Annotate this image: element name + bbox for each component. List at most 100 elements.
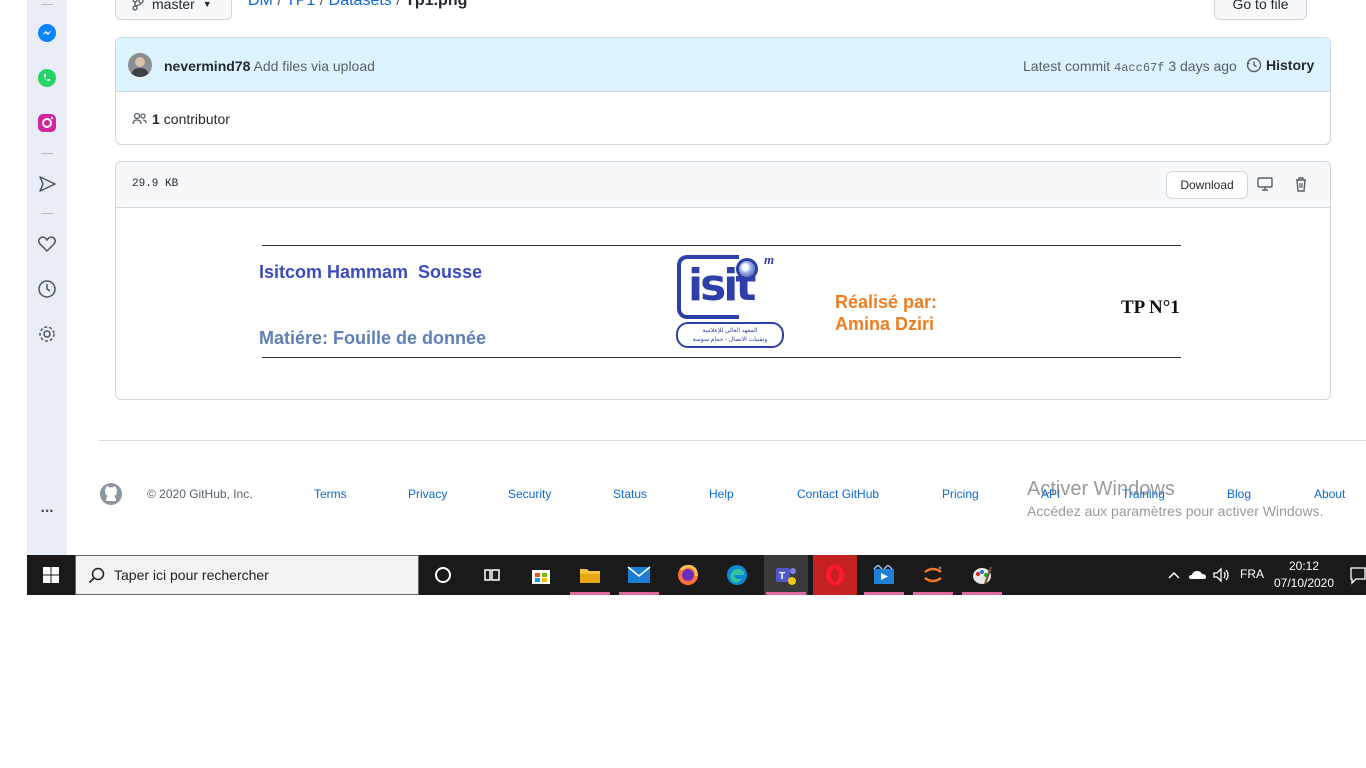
notifications-icon[interactable]	[1349, 565, 1366, 585]
isitcom-logo: isit m المعهد العالي للإعلامية وتقنيات ا…	[674, 252, 786, 350]
footer-link-help[interactable]: Help	[709, 487, 734, 501]
preview-subject: Matiére: Fouille de donnée	[259, 328, 487, 348]
instagram-icon[interactable]	[36, 112, 58, 134]
volume-icon[interactable]	[1212, 566, 1232, 584]
latest-commit-label: Latest commit	[1023, 58, 1111, 74]
go-to-file-button[interactable]: Go to file	[1214, 0, 1307, 20]
branch-name: master	[152, 0, 195, 12]
messenger-icon[interactable]	[36, 22, 58, 44]
windows-taskbar: Taper ici pour rechercher T FRA 20:12 07…	[27, 555, 1366, 595]
latest-commit-row: nevermind78 Add files via upload Latest …	[116, 38, 1330, 92]
sidebar-divider	[41, 153, 53, 154]
preview-bottom-rule	[262, 357, 1181, 358]
breadcrumb-tp1[interactable]: TP1	[286, 0, 315, 9]
mail-icon[interactable]	[617, 555, 661, 595]
commit-author-link[interactable]: nevermind78	[164, 58, 250, 74]
more-options-button[interactable]: ···	[1313, 0, 1331, 7]
teams-icon[interactable]: T	[764, 555, 808, 595]
send-icon[interactable]	[36, 173, 58, 195]
github-page: master ▼ DM / TP1 / Datasets / Tp1.png G…	[67, 0, 1366, 555]
file-size: 29.9 KB	[132, 178, 179, 190]
preview-tp-number: TP N°1	[1121, 297, 1180, 318]
footer-link-security[interactable]: Security	[508, 487, 551, 501]
sidebar-divider	[41, 213, 53, 214]
search-icon	[88, 567, 105, 584]
browser-sidebar: ···	[27, 0, 67, 555]
logo-arabic-line-2: وتقنيات الاتصال - حمام سوسة	[692, 337, 768, 343]
file-viewer: 29.9 KB Download Isitcom Hammam Sousse M…	[115, 161, 1331, 400]
heart-icon[interactable]	[36, 233, 58, 255]
people-icon	[132, 112, 147, 125]
logo-banner: المعهد العالي للإعلامية وتقنيات الاتصال …	[676, 322, 784, 348]
edge-icon[interactable]	[715, 555, 759, 595]
github-logo-icon[interactable]	[99, 482, 123, 506]
contributor-label: contributor	[163, 111, 230, 127]
breadcrumb-dm[interactable]: DM	[248, 0, 273, 9]
footer-link-terms[interactable]: Terms	[314, 487, 347, 501]
commit-hash-link[interactable]: 4acc67f	[1114, 61, 1164, 75]
footer-link-pricing[interactable]: Pricing	[942, 487, 979, 501]
desktop-icon[interactable]	[1256, 175, 1276, 195]
opera-icon[interactable]	[813, 555, 857, 595]
firefox-icon[interactable]	[666, 555, 710, 595]
input-language-indicator[interactable]: FRA	[1240, 567, 1264, 581]
contributor-count: 1	[152, 111, 160, 127]
footer-link-status[interactable]: Status	[613, 487, 647, 501]
paint-icon[interactable]	[960, 555, 1004, 595]
taskbar-clock[interactable]: 20:12 07/10/2020	[1269, 558, 1339, 592]
activation-watermark-title: Activer Windows	[1027, 478, 1175, 500]
store-icon[interactable]	[519, 555, 563, 595]
footer-divider	[99, 440, 1366, 441]
commit-age: 3 days ago	[1168, 58, 1237, 74]
footer-link-privacy[interactable]: Privacy	[408, 487, 447, 501]
jupyter-icon[interactable]	[911, 555, 955, 595]
file-header: 29.9 KB Download	[116, 162, 1330, 208]
logo-arabic-line-1: المعهد العالي للإعلامية	[702, 328, 758, 334]
preview-author: Amina Dziri	[835, 314, 935, 334]
preview-top-rule	[262, 245, 1181, 246]
history-label: History	[1266, 57, 1315, 73]
branch-icon	[132, 0, 144, 11]
windows-start-button[interactable]	[27, 555, 75, 595]
windows-logo-icon	[43, 567, 59, 583]
history-button[interactable]: History	[1246, 57, 1314, 73]
breadcrumb: DM / TP1 / Datasets / Tp1.png	[248, 0, 467, 10]
avatar[interactable]	[128, 53, 152, 77]
history-icon	[1246, 57, 1262, 73]
activation-watermark-subtitle: Accédez aux paramètres pour activer Wind…	[1027, 503, 1324, 519]
breadcrumb-separator: /	[277, 0, 282, 9]
footer-link-contact[interactable]: Contact GitHub	[797, 487, 879, 501]
task-view-icon[interactable]	[470, 555, 514, 595]
footer-link-blog[interactable]: Blog	[1227, 487, 1251, 501]
taskbar-search-box[interactable]: Taper ici pour rechercher	[75, 555, 419, 595]
preview-school: Isitcom Hammam Sousse	[259, 262, 483, 282]
trash-icon[interactable]	[1292, 175, 1312, 195]
chevron-down-icon: ▼	[202, 0, 212, 9]
download-button[interactable]: Download	[1166, 171, 1248, 199]
branch-select-button[interactable]: master ▼	[115, 0, 232, 20]
show-hidden-icons-chevron-up-icon[interactable]	[1167, 566, 1181, 584]
cortana-icon[interactable]	[421, 555, 465, 595]
latest-commit-info: Latest commit 4acc67f 3 days ago	[1023, 58, 1237, 75]
commit-summary: nevermind78 Add files via upload	[164, 58, 375, 74]
settings-icon[interactable]	[36, 323, 58, 345]
onedrive-icon[interactable]	[1188, 566, 1208, 584]
taskbar-time: 20:12	[1288, 559, 1320, 573]
commit-message-link[interactable]: Add files via upload	[254, 58, 375, 74]
file-explorer-icon[interactable]	[568, 555, 612, 595]
sidebar-divider	[41, 4, 53, 5]
contributors-link[interactable]: 1 contributor	[132, 111, 230, 127]
commit-box: nevermind78 Add files via upload Latest …	[115, 37, 1331, 145]
preview-made-by: Réalisé par:	[835, 292, 938, 312]
history-icon[interactable]	[36, 278, 58, 300]
svg-text:T: T	[779, 571, 785, 582]
footer-copyright: © 2020 GitHub, Inc.	[147, 487, 253, 501]
taskbar-date: 07/10/2020	[1273, 576, 1335, 590]
logo-superscript: m	[764, 252, 775, 267]
sidebar-more-button[interactable]: ···	[36, 503, 58, 521]
browser-window: ··· master ▼ DM / TP1 / Datasets / Tp1.p…	[27, 0, 1366, 595]
footer-link-about[interactable]: About	[1314, 487, 1345, 501]
breadcrumb-datasets[interactable]: Datasets	[329, 0, 392, 9]
video-editor-icon[interactable]	[862, 555, 906, 595]
whatsapp-icon[interactable]	[36, 67, 58, 89]
